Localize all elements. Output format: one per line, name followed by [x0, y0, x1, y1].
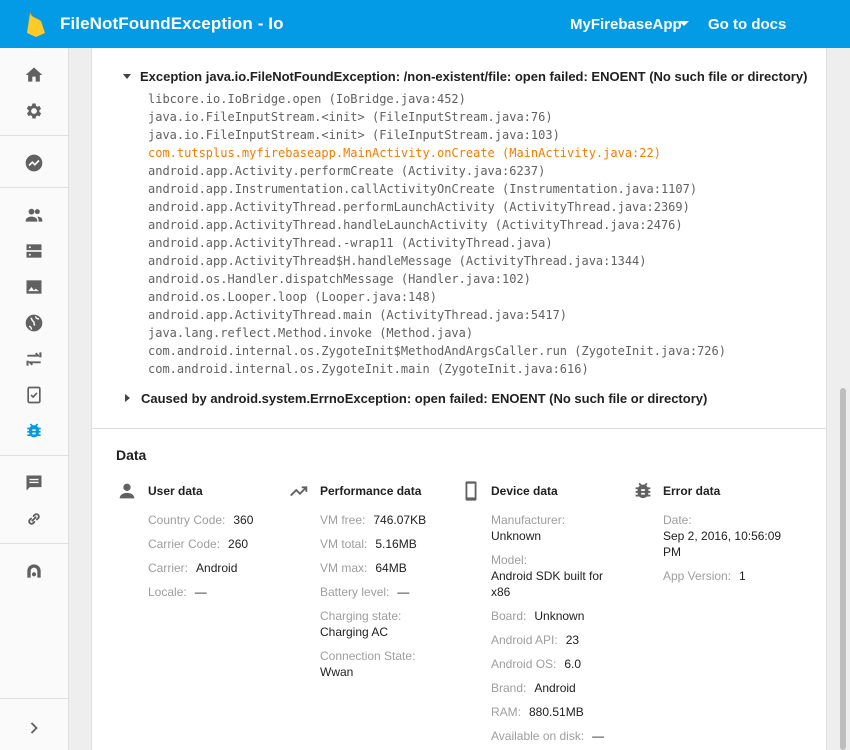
exception-header[interactable]: Exception java.io.FileNotFoundException:…	[123, 69, 807, 84]
device-data-title: Device data	[491, 484, 558, 498]
stack-frame: android.app.ActivityThread.performLaunch…	[148, 200, 690, 214]
scrollbar[interactable]	[840, 388, 846, 750]
vm-free-field: VM free: 746.07KB	[320, 513, 427, 527]
database-icon[interactable]	[24, 241, 44, 261]
collapse-triangle-icon[interactable]	[123, 74, 131, 79]
charging-state-field: Charging state: Charging AC	[320, 609, 402, 639]
expand-icon[interactable]	[24, 718, 44, 738]
test-lab-icon[interactable]	[24, 385, 44, 405]
remote-config-icon[interactable]	[24, 349, 44, 369]
stack-frame: android.app.Activity.performCreate (Acti…	[148, 164, 546, 178]
stack-frame: android.app.ActivityThread.main (Activit…	[148, 308, 568, 322]
carrier-field: Carrier: Android	[148, 561, 238, 575]
battery-level-field: Battery level: —	[320, 585, 410, 599]
stack-frame: android.app.Instrumentation.callActivity…	[148, 182, 698, 196]
bug-icon	[632, 480, 654, 502]
stack-frame: android.app.ActivityThread$H.handleMessa…	[148, 254, 647, 268]
stack-frame: com.android.internal.os.ZygoteInit$Metho…	[148, 344, 726, 358]
android-os-field: Android OS: 6.0	[491, 657, 582, 671]
data-heading: Data	[116, 447, 147, 463]
hosting-icon[interactable]	[24, 313, 44, 333]
crash-reporting-icon[interactable]	[24, 421, 44, 441]
connection-state-field: Connection State: Wwan	[320, 649, 416, 679]
sidebar	[0, 48, 69, 750]
settings-icon[interactable]	[24, 101, 44, 121]
caused-by-header[interactable]: Caused by android.system.ErrnoException:…	[123, 391, 707, 406]
admob-icon[interactable]	[24, 561, 44, 581]
person-icon	[116, 480, 138, 502]
top-bar: FileNotFoundException - Io MyFirebaseApp…	[0, 0, 850, 48]
sidebar-divider	[0, 543, 68, 544]
android-api-field: Android API: 23	[491, 633, 580, 647]
stack-frame: android.os.Looper.loop (Looper.java:148)	[148, 290, 437, 304]
locale-field: Locale: —	[148, 585, 207, 599]
firebase-logo-icon[interactable]	[26, 11, 46, 37]
vm-total-field: VM total: 5.16MB	[320, 537, 417, 551]
sidebar-divider	[0, 455, 68, 456]
stack-frame: com.android.internal.os.ZygoteInit.main …	[148, 362, 589, 376]
date-field: Date: Sep 2, 2016, 10:56:09 PM	[663, 513, 782, 559]
stack-frame: libcore.io.IoBridge.open (IoBridge.java:…	[148, 92, 466, 106]
analytics-icon[interactable]	[24, 153, 44, 173]
stack-frame: android.app.ActivityThread.-wrap11 (Acti…	[148, 236, 553, 250]
manufacturer-field: Manufacturer: Unknown	[491, 513, 566, 543]
stack-frame: java.io.FileInputStream.<init> (FileInpu…	[148, 110, 553, 124]
users-icon[interactable]	[24, 205, 44, 225]
performance-data-title: Performance data	[320, 484, 422, 498]
stack-frame: android.app.ActivityThread.handleLaunchA…	[148, 218, 683, 232]
page-title: FileNotFoundException - Io	[60, 14, 284, 33]
stack-frame: java.lang.reflect.Method.invoke (Method.…	[148, 326, 474, 340]
available-disk-field: Available on disk: —	[491, 729, 605, 743]
caused-by-title: Caused by android.system.ErrnoException:…	[141, 391, 708, 406]
model-field: Model: Android SDK built for x86	[491, 553, 604, 599]
expand-triangle-icon[interactable]	[125, 394, 130, 402]
sidebar-divider	[0, 187, 68, 188]
stack-trace: libcore.io.IoBridge.open (IoBridge.java:…	[148, 90, 726, 378]
ram-field: RAM: 880.51MB	[491, 705, 584, 719]
country-code-field: Country Code: 360	[148, 513, 254, 527]
storage-icon[interactable]	[24, 277, 44, 297]
sidebar-divider	[0, 135, 68, 136]
trending-up-icon	[288, 480, 310, 502]
dynamic-links-icon[interactable]	[24, 509, 44, 529]
stack-frame: android.os.Handler.dispatchMessage (Hand…	[148, 272, 531, 286]
chevron-down-icon[interactable]	[679, 21, 689, 26]
vm-max-field: VM max: 64MB	[320, 561, 407, 575]
stack-frame: com.tutsplus.myfirebaseapp.MainActivity.…	[148, 146, 661, 160]
user-data-title: User data	[148, 484, 203, 498]
notifications-icon[interactable]	[24, 473, 44, 493]
brand-field: Brand: Android	[491, 681, 576, 695]
board-field: Board: Unknown	[491, 609, 585, 623]
home-icon[interactable]	[24, 65, 44, 85]
exception-title: Exception java.io.FileNotFoundException:…	[140, 69, 808, 84]
project-selector[interactable]: MyFirebaseApp	[570, 16, 682, 33]
app-version-field: App Version: 1	[663, 569, 746, 583]
stack-frame: java.io.FileInputStream.<init> (FileInpu…	[148, 128, 560, 142]
carrier-code-field: Carrier Code: 260	[148, 537, 249, 551]
sidebar-divider	[0, 698, 68, 699]
phone-icon	[460, 480, 482, 502]
go-to-docs-link[interactable]: Go to docs	[708, 16, 786, 33]
error-data-title: Error data	[663, 484, 721, 498]
